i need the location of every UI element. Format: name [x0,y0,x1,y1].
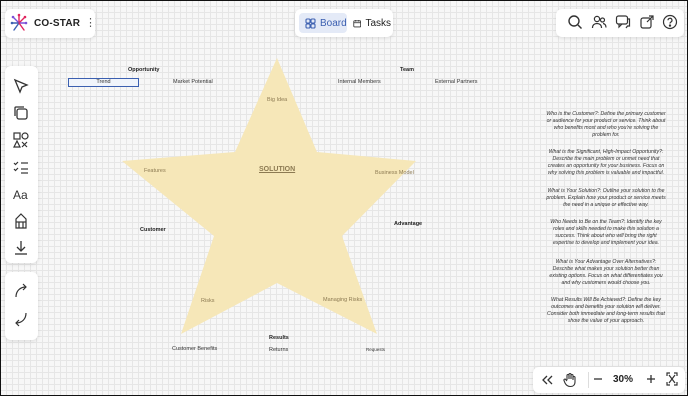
text-icon[interactable]: Aa [11,184,31,209]
description-opportunity[interactable]: What is the Significant, High-Impact Opp… [545,149,667,177]
shapes-icon[interactable] [11,130,31,155]
select-icon[interactable] [11,76,31,101]
section-results[interactable]: Results [269,335,289,341]
note-big-idea[interactable]: Big Idea [267,97,287,103]
note-trend[interactable]: Trend [68,78,139,87]
users-icon[interactable] [591,14,607,35]
redo-icon[interactable] [11,309,31,334]
costar-logo-icon [10,13,28,38]
top-right-toolbar [556,9,684,37]
sticky-note-icon[interactable] [11,103,31,128]
description-advantage[interactable]: What is Your Advantage Over Alternatives… [545,259,667,287]
description-solution[interactable]: What is Your Solution?: Outline your sol… [545,188,667,209]
note-returns[interactable]: Returns [269,347,288,353]
tab-board-label: Board [320,17,347,29]
history-toolbar [5,272,38,340]
template-icon[interactable] [11,211,31,236]
note-customer-benefits[interactable]: Customer Benefits [172,346,217,352]
description-customer[interactable]: Who is the Customer?: Define the primary… [545,111,667,139]
solution-label[interactable]: SOLUTION [259,166,295,173]
calendar-icon [353,19,362,27]
board-icon [305,17,316,29]
zoom-toolbar: 30% [533,367,685,393]
import-icon[interactable] [11,238,31,263]
section-team[interactable]: Team [400,67,414,73]
section-opportunity[interactable]: Opportunity [128,67,159,73]
zoom-level[interactable]: 30% [613,374,633,385]
search-icon[interactable] [567,14,583,35]
note-business-model[interactable]: Business Model [375,170,414,176]
note-market-potential[interactable]: Market Potential [173,79,213,85]
description-results[interactable]: What Results Will Be Achieved?: Define t… [545,297,667,325]
tab-tasks-label: Tasks [365,17,391,29]
note-risks[interactable]: Risks [201,298,214,304]
section-advantage[interactable]: Advantage [394,221,422,227]
share-icon[interactable] [639,14,655,35]
note-external-partners[interactable]: External Partners [435,79,478,85]
collapse-double-chevron-icon[interactable] [540,372,554,393]
more-menu-icon[interactable]: ⋮ [85,16,96,29]
undo-icon[interactable] [11,281,31,306]
brand-panel: CO-STAR ⋮ [5,9,96,38]
hand-pan-icon[interactable] [562,372,578,393]
fit-screen-icon[interactable] [665,371,679,392]
svg-text:Aa: Aa [13,188,28,202]
zoom-out-icon[interactable] [591,371,605,392]
help-icon[interactable] [662,14,678,35]
tab-tasks[interactable]: Tasks [347,13,391,33]
note-managing-risks[interactable]: Managing Risks [323,297,362,303]
checklist-icon[interactable] [11,157,31,182]
left-toolbar: Aa [5,66,38,263]
zoom-divider [588,372,589,388]
note-internal-members[interactable]: Internal Members [338,79,381,85]
note-requests[interactable]: Requests [366,347,385,352]
chat-icon[interactable] [615,14,631,35]
zoom-in-icon[interactable] [644,371,658,392]
view-tabs: Board Tasks [295,9,393,37]
note-features[interactable]: Features [144,168,166,174]
tab-board[interactable]: Board [299,13,347,33]
app-title: CO-STAR [34,18,81,29]
section-customer[interactable]: Customer [140,227,166,233]
description-team[interactable]: Who Needs to Be on the Team?: Identify t… [545,219,667,247]
